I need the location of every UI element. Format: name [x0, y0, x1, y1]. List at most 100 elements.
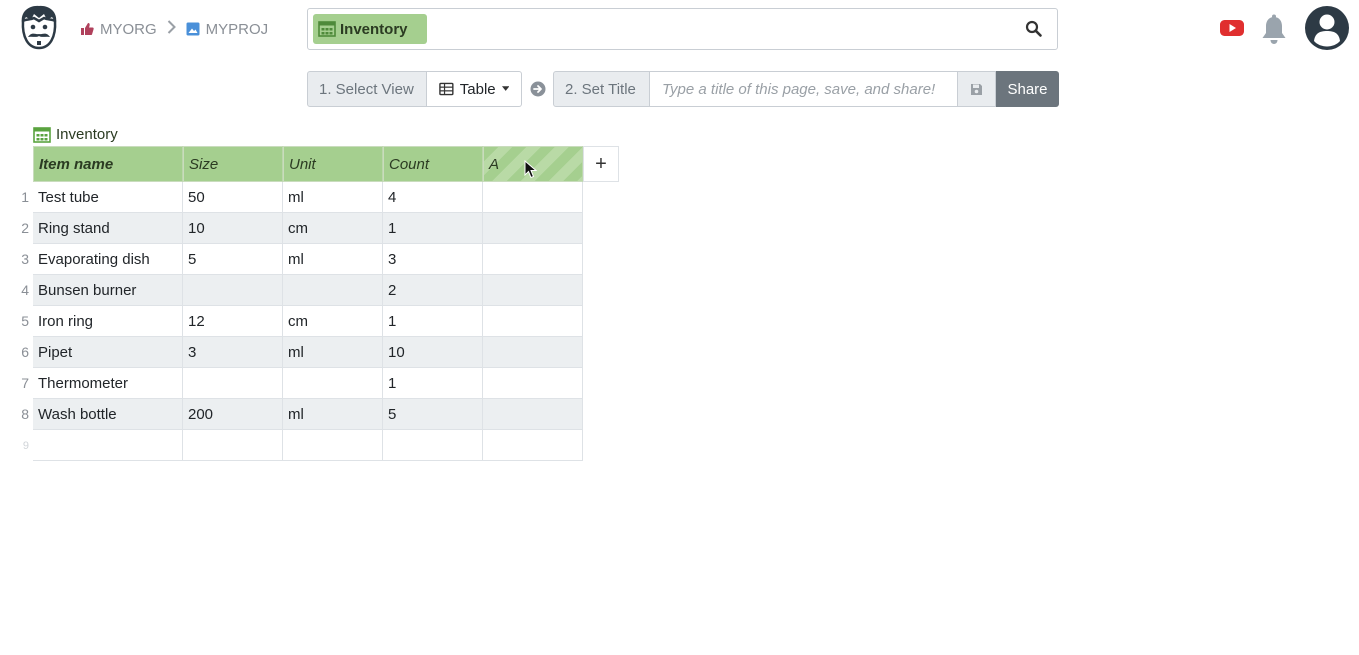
table-cell[interactable]: [483, 368, 583, 399]
table-cell[interactable]: [483, 182, 583, 213]
table-cell[interactable]: [33, 430, 183, 461]
table-grid-icon: [318, 21, 336, 37]
step-select-view-label: 1. Select View: [307, 71, 427, 107]
table-cell[interactable]: [283, 368, 383, 399]
table-cell[interactable]: [483, 213, 583, 244]
row-number: 8: [21, 406, 29, 422]
breadcrumb-org[interactable]: MYORG: [80, 21, 157, 38]
table-grid-icon: [33, 126, 51, 143]
table-cell[interactable]: [483, 337, 583, 368]
step-set-title-label: 2. Set Title: [553, 71, 650, 107]
mustache-face-logo-icon: [21, 5, 57, 50]
table-cell[interactable]: 3: [383, 244, 483, 275]
table-cell[interactable]: Iron ring: [33, 306, 183, 337]
table-cell[interactable]: 10: [183, 213, 283, 244]
breadcrumb-org-label: MYORG: [100, 20, 157, 38]
share-button[interactable]: Share: [996, 71, 1059, 107]
arrow-step-icon-wrap: [522, 71, 553, 107]
table-cell[interactable]: [183, 275, 283, 306]
image-icon: [186, 22, 200, 36]
chevron-right-icon: [167, 20, 176, 38]
table-cell[interactable]: Test tube: [33, 182, 183, 213]
row-number: 5: [21, 313, 29, 329]
table-cell[interactable]: [483, 399, 583, 430]
arrow-right-circle-icon: [530, 81, 545, 97]
table-cell[interactable]: ml: [283, 182, 383, 213]
data-table: Item name Size Unit Count A + 1 Test tube…: [21, 146, 619, 461]
youtube-icon: [1220, 20, 1244, 36]
table-row: 5 Iron ring 12 cm 1: [21, 306, 619, 337]
table-row: 2 Ring stand 10 cm 1: [21, 213, 619, 244]
table-cell[interactable]: 1: [383, 368, 483, 399]
table-cell[interactable]: ml: [283, 337, 383, 368]
table-cell[interactable]: 3: [183, 337, 283, 368]
search-bar[interactable]: Inventory: [307, 8, 1058, 50]
table-cell[interactable]: 1: [383, 213, 483, 244]
row-number: 6: [21, 344, 29, 360]
table-row: 8 Wash bottle 200 ml 5: [21, 399, 619, 430]
column-header[interactable]: Unit: [283, 146, 383, 182]
table-row: 6 Pipet 3 ml 10: [21, 337, 619, 368]
table-cell[interactable]: Wash bottle: [33, 399, 183, 430]
table-cell[interactable]: 50: [183, 182, 283, 213]
table-cell[interactable]: [483, 306, 583, 337]
view-type-dropdown[interactable]: Table: [427, 71, 522, 107]
table-cell[interactable]: 4: [383, 182, 483, 213]
table-row: 3 Evaporating dish 5 ml 3: [21, 244, 619, 275]
table-cell[interactable]: [383, 430, 483, 461]
row-number: 7: [21, 375, 29, 391]
table-cell[interactable]: 5: [183, 244, 283, 275]
thumbs-up-icon: [81, 23, 94, 35]
user-avatar[interactable]: [1305, 6, 1349, 50]
notifications-button[interactable]: [1260, 14, 1288, 46]
table-caption: Inventory: [33, 126, 118, 143]
table-cell[interactable]: 12: [183, 306, 283, 337]
table-caption-label: Inventory: [56, 126, 118, 143]
table-cell[interactable]: ml: [283, 244, 383, 275]
table-cell[interactable]: cm: [283, 306, 383, 337]
table-cell[interactable]: Ring stand: [33, 213, 183, 244]
table-cell[interactable]: 1: [383, 306, 483, 337]
table-cell[interactable]: [483, 244, 583, 275]
table-row: 7 Thermometer 1: [21, 368, 619, 399]
table-cell[interactable]: [483, 430, 583, 461]
table-cell[interactable]: 10: [383, 337, 483, 368]
column-header[interactable]: Count: [383, 146, 483, 182]
table-cell[interactable]: 5: [383, 399, 483, 430]
row-number: 2: [21, 220, 29, 236]
view-type-label: Table: [459, 80, 496, 98]
bell-icon: [1262, 14, 1286, 44]
column-header[interactable]: Size: [183, 146, 283, 182]
table-cell[interactable]: ml: [283, 399, 383, 430]
table-row: 4 Bunsen burner 2: [21, 275, 619, 306]
table-cell[interactable]: [183, 368, 283, 399]
caret-down-icon: [501, 86, 509, 91]
table-cell[interactable]: Thermometer: [33, 368, 183, 399]
add-column-button[interactable]: +: [583, 146, 619, 182]
table-cell[interactable]: Evaporating dish: [33, 244, 183, 275]
view-toolbar: 1. Select View Table 2. Set Title Share: [307, 71, 1059, 107]
breadcrumb-project[interactable]: MYPROJ: [186, 20, 269, 38]
table-cell[interactable]: [283, 275, 383, 306]
table-icon: [439, 82, 454, 96]
save-button[interactable]: [958, 71, 996, 107]
table-cell[interactable]: Bunsen burner: [33, 275, 183, 306]
user-avatar-icon: [1305, 6, 1349, 50]
row-number: 9: [22, 440, 29, 452]
column-header[interactable]: Item name: [33, 146, 183, 182]
table-cell[interactable]: [283, 430, 383, 461]
table-cell[interactable]: 200: [183, 399, 283, 430]
search-chip-inventory[interactable]: Inventory: [313, 14, 427, 44]
row-number: 3: [21, 251, 29, 267]
table-cell[interactable]: Pipet: [33, 337, 183, 368]
table-cell[interactable]: [483, 275, 583, 306]
row-number: 1: [21, 189, 29, 205]
table-cell[interactable]: cm: [283, 213, 383, 244]
search-button[interactable]: [1025, 20, 1043, 38]
table-cell[interactable]: 2: [383, 275, 483, 306]
app-logo[interactable]: [14, 3, 64, 53]
table-cell[interactable]: [183, 430, 283, 461]
youtube-button[interactable]: [1220, 19, 1244, 37]
page-title-input[interactable]: [650, 71, 958, 107]
breadcrumb-project-label: MYPROJ: [205, 20, 269, 38]
